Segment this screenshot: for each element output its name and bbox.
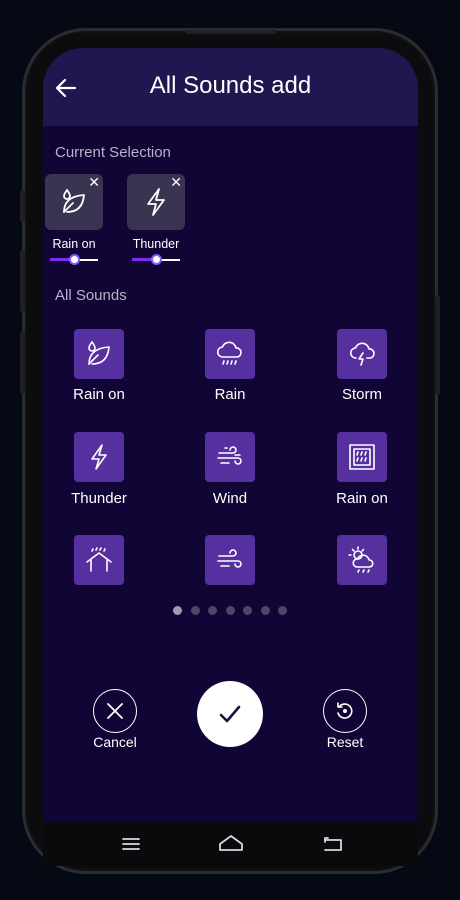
slider-knob[interactable] [150,254,162,265]
side-button [20,250,25,312]
sound-tile-rain[interactable] [205,329,255,379]
reset-icon [337,702,353,719]
sound-tile-label: Rain on [336,490,388,507]
cancel-button[interactable] [93,689,137,733]
remove-icon[interactable]: ✕ [88,174,100,190]
current-selection-heading: Current Selection [55,144,171,161]
page-dot[interactable] [225,606,235,615]
selected-sound-card[interactable]: ✕ [45,174,103,230]
lightning-icon [147,188,165,216]
volume-slider[interactable] [132,254,180,266]
sound-tile-storm[interactable] [337,329,387,379]
leaf-drop-icon [63,189,85,213]
house-rain-icon [86,547,112,572]
page-dot[interactable] [173,606,182,615]
cloud-lightning-icon [349,342,375,366]
earpiece [186,30,276,34]
sound-tile-label: Thunder [71,490,127,507]
sound-tile-thunder[interactable] [74,432,124,482]
page-dot[interactable] [278,606,287,615]
top-bar: All Sounds add [43,48,418,126]
volume-slider[interactable] [50,254,98,266]
window-rain-icon [349,444,375,470]
lightning-icon [91,444,107,470]
selected-sound-label: Rain on [52,237,96,251]
reset-button[interactable] [323,689,367,733]
sun-cloud-rain-icon [348,546,374,573]
reset-label: Reset [326,734,364,750]
sound-tile-label: Storm [341,386,382,403]
page-dot[interactable] [190,606,200,615]
page-dot[interactable] [208,606,217,615]
menu-icon[interactable] [119,832,143,856]
close-icon [107,703,123,719]
sound-tile-label: Rain [214,386,246,403]
system-nav-bar [43,822,418,866]
slider-knob[interactable] [68,254,80,265]
cloud-rain-icon [216,341,242,365]
wind-icon [217,446,242,465]
page-dot[interactable] [260,606,270,615]
sound-tile-sun-cloud-rain[interactable] [337,535,387,585]
all-sounds-heading: All Sounds [55,287,127,304]
sound-tile-label: Rain on [73,386,125,403]
sound-tile-house-rain[interactable] [74,535,124,585]
cancel-label: Cancel [93,734,137,750]
pagination-dots [173,606,293,616]
side-button [435,295,440,395]
confirm-button[interactable] [197,681,263,747]
selected-sound-label: Thunder [132,237,180,251]
app-screen: All Sounds add Current Selection ✕ Rain … [43,48,418,822]
home-icon[interactable] [217,832,245,856]
wind-icon [217,549,242,568]
page-title: All Sounds add [149,72,312,99]
selected-sound-card[interactable]: ✕ [127,174,185,230]
back-nav-icon[interactable] [321,832,345,856]
side-button [20,190,25,222]
sound-tile-wind[interactable] [205,432,255,482]
remove-icon[interactable]: ✕ [170,174,182,190]
leaf-drop-icon [88,341,110,365]
sound-tile-label: Wind [212,490,248,507]
sound-tile-wind-2[interactable] [205,535,255,585]
check-icon [219,705,241,723]
sound-tile-rain-on-window[interactable] [337,432,387,482]
sound-tile-rain-on[interactable] [74,329,124,379]
page-dot[interactable] [243,606,252,615]
side-button [20,332,25,394]
